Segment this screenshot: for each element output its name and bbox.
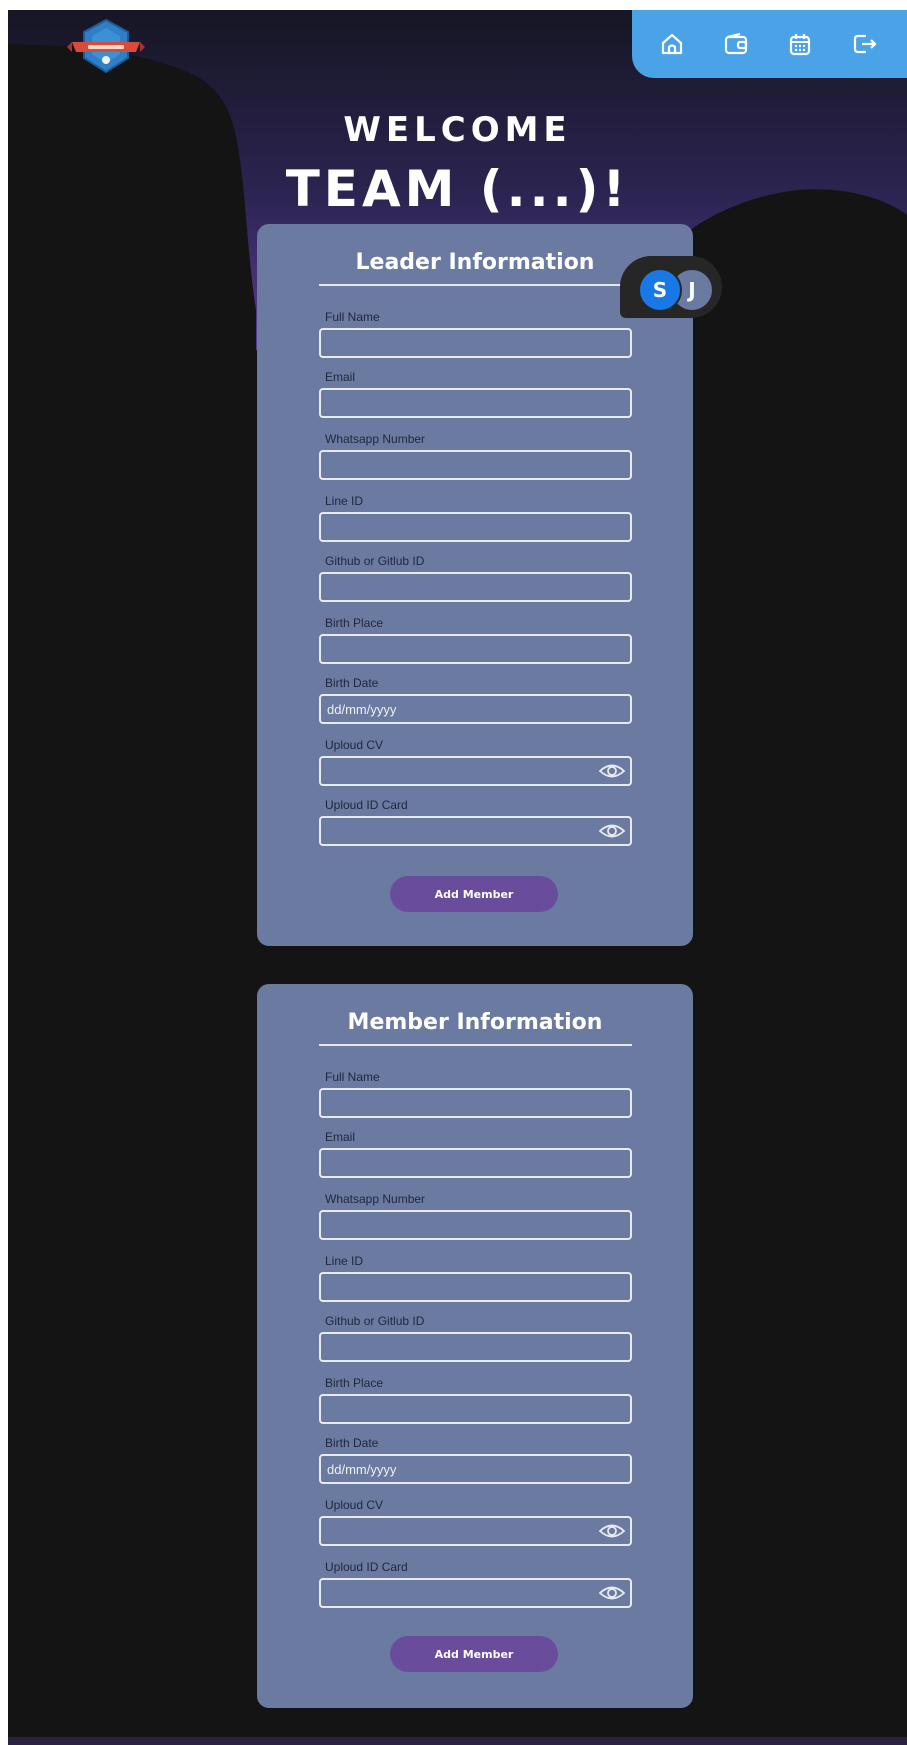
full-name-input[interactable]: [319, 328, 632, 358]
email-field[interactable]: [321, 390, 630, 416]
eye-icon[interactable]: [598, 1582, 626, 1604]
add-member-button[interactable]: Add Member: [390, 876, 558, 912]
team-title: TEAM (...)!: [285, 160, 630, 218]
leader-information-card: Leader Information Full Name Email Whats…: [257, 224, 693, 946]
full-name-input[interactable]: [319, 1088, 632, 1118]
eye-icon[interactable]: [598, 820, 626, 842]
birth-date-field[interactable]: [321, 1456, 630, 1482]
member-information-card: Member Information Full Name Email Whats…: [257, 984, 693, 1708]
email-field[interactable]: [321, 1150, 630, 1176]
add-member-button[interactable]: Add Member: [390, 1636, 558, 1672]
upload-cv-input[interactable]: [319, 1516, 632, 1546]
whatsapp-field[interactable]: [321, 452, 630, 478]
upload-id-card-input[interactable]: [319, 1578, 632, 1608]
birth-date-input[interactable]: [319, 1454, 632, 1484]
email-input[interactable]: [319, 388, 632, 418]
birth-date-label: Birth Date: [325, 676, 379, 690]
welcome-heading: WELCOME: [343, 110, 572, 150]
github-field[interactable]: [321, 1334, 630, 1360]
birth-place-label: Birth Place: [325, 616, 384, 630]
eye-icon[interactable]: [598, 1520, 626, 1542]
full-name-field[interactable]: [321, 1090, 630, 1116]
logo: [66, 16, 146, 78]
whatsapp-label: Whatsapp Number: [325, 432, 426, 446]
birth-place-input[interactable]: [319, 1394, 632, 1424]
github-input[interactable]: [319, 572, 632, 602]
birth-place-field[interactable]: [321, 1396, 630, 1422]
line-id-input[interactable]: [319, 1272, 632, 1302]
whatsapp-label: Whatsapp Number: [325, 1192, 426, 1206]
upload-id-card-label: Uploud ID Card: [325, 1560, 408, 1574]
wallet-icon[interactable]: [716, 24, 756, 64]
email-label: Email: [325, 370, 356, 384]
full-name-label: Full Name: [325, 310, 380, 324]
card-title: Member Information: [347, 1010, 603, 1035]
whatsapp-field[interactable]: [321, 1212, 630, 1238]
github-input[interactable]: [319, 1332, 632, 1362]
email-input[interactable]: [319, 1148, 632, 1178]
page-frame: WELCOME TEAM (...)! Leader Information F…: [8, 10, 907, 1745]
logout-icon[interactable]: [844, 24, 884, 64]
upload-id-card-label: Uploud ID Card: [325, 798, 408, 812]
line-id-field[interactable]: [321, 1274, 630, 1300]
whatsapp-input[interactable]: [319, 1210, 632, 1240]
birth-date-input[interactable]: [319, 694, 632, 724]
birth-place-field[interactable]: [321, 636, 630, 662]
top-navigation-bar: [632, 10, 907, 78]
line-id-input[interactable]: [319, 512, 632, 542]
birth-date-label: Birth Date: [325, 1436, 379, 1450]
github-field[interactable]: [321, 574, 630, 600]
calendar-icon[interactable]: [780, 24, 820, 64]
line-id-label: Line ID: [325, 1254, 364, 1268]
whatsapp-input[interactable]: [319, 450, 632, 480]
email-label: Email: [325, 1130, 356, 1144]
upload-cv-input[interactable]: [319, 756, 632, 786]
upload-id-card-input[interactable]: [319, 816, 632, 846]
birth-date-field[interactable]: [321, 696, 630, 722]
title-divider: [319, 1044, 632, 1046]
full-name-field[interactable]: [321, 330, 630, 356]
bottom-strip: [8, 1737, 907, 1745]
eye-icon[interactable]: [598, 760, 626, 782]
github-label: Github or Gitlub ID: [325, 554, 425, 568]
avatar[interactable]: S: [638, 268, 682, 312]
upload-cv-label: Uploud CV: [325, 1498, 384, 1512]
birth-place-label: Birth Place: [325, 1376, 384, 1390]
line-id-field[interactable]: [321, 514, 630, 540]
title-divider: [319, 284, 632, 286]
upload-cv-label: Uploud CV: [325, 738, 384, 752]
line-id-label: Line ID: [325, 494, 364, 508]
birth-place-input[interactable]: [319, 634, 632, 664]
full-name-label: Full Name: [325, 1070, 380, 1084]
home-icon[interactable]: [652, 24, 692, 64]
github-label: Github or Gitlub ID: [325, 1314, 425, 1328]
user-avatar-toggle[interactable]: S J: [620, 256, 722, 318]
